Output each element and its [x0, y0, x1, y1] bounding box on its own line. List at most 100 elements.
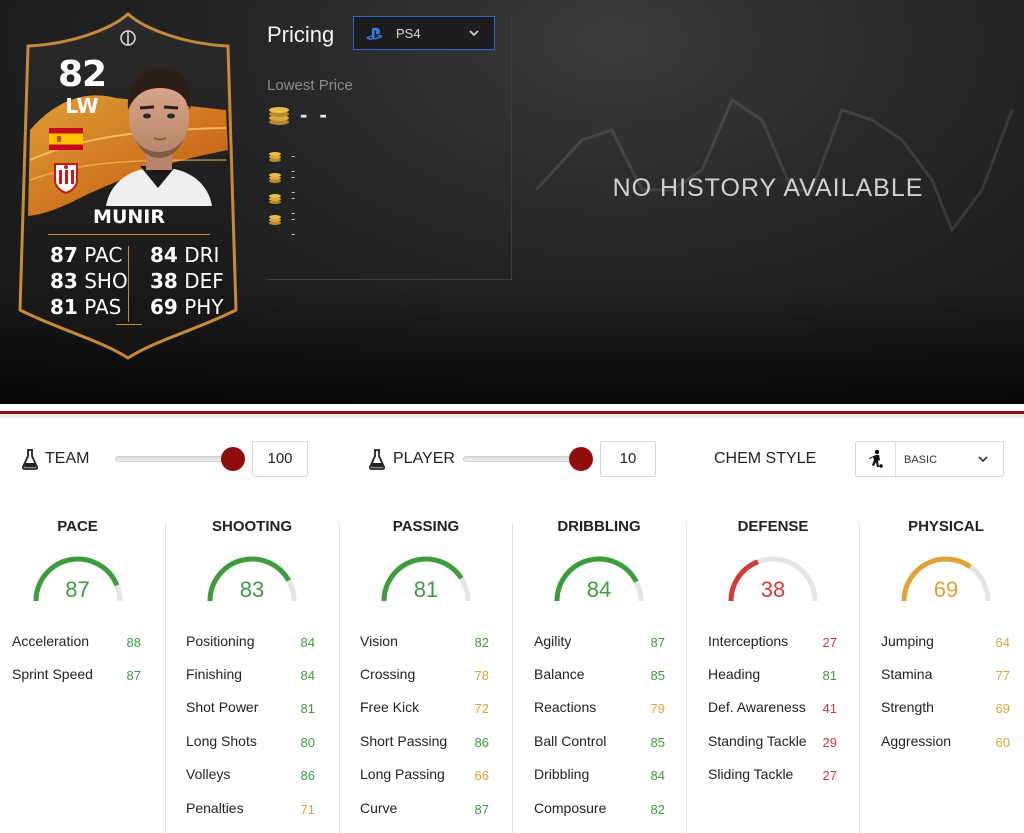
stat-column-title: DEFENSE	[737, 518, 809, 535]
attribute-row: Acceleration 88	[12, 633, 141, 651]
pricing-divider-vertical	[511, 16, 512, 280]
card-stats-left: 87 PAC 83 SHO 81 PAS	[50, 242, 128, 320]
card-stat-dri: 84 DRI	[150, 243, 220, 267]
coins-icon	[269, 194, 281, 204]
separator-white	[0, 404, 1024, 411]
attribute-row: Heading 81	[708, 666, 837, 684]
stat-gauge-value: 81	[413, 577, 439, 602]
attribute-row: Penalties 71	[186, 800, 315, 818]
coins-icon	[269, 173, 281, 183]
pricing-divider	[267, 279, 511, 280]
attribute-name: Penalties	[186, 800, 244, 816]
attribute-value: 69	[995, 701, 1010, 716]
playstation-icon	[366, 27, 383, 40]
attribute-name: Balance	[534, 666, 585, 682]
attribute-name: Stamina	[881, 666, 933, 682]
attribute-value: 66	[474, 768, 489, 783]
attribute-name: Sprint Speed	[12, 666, 93, 682]
attribute-value: 41	[822, 701, 837, 716]
attribute-row: Aggression 60	[881, 733, 1010, 751]
attribute-value: 84	[300, 668, 315, 683]
attribute-name: Acceleration	[12, 633, 90, 649]
stat-gauge-value: 87	[65, 577, 90, 602]
attribute-name: Aggression	[881, 733, 952, 749]
attribute-row: Volleys 86	[186, 766, 315, 784]
attribute-row: Finishing 84	[186, 666, 315, 684]
attribute-value: 88	[126, 635, 141, 650]
attribute-name: Composure	[534, 800, 607, 816]
attribute-value: 86	[474, 735, 489, 750]
attribute-row: Free Kick 72	[360, 699, 489, 717]
attribute-value: 87	[474, 802, 489, 817]
chevron-down-icon	[978, 456, 988, 463]
flask-icon	[22, 449, 38, 470]
chem-style-select[interactable]: BASIC	[855, 441, 1004, 477]
attribute-row: Reactions 79	[534, 699, 665, 717]
chem-style-icon-box	[856, 442, 896, 476]
attribute-value: 87	[650, 635, 665, 650]
stat-column-passing: PASSING 81 Vision 82 Crossing 78 Free Kick 72 Sh…	[339, 505, 513, 833]
attribute-name: Reactions	[534, 699, 597, 715]
attribute-value: 77	[995, 668, 1010, 683]
attribute-name: Volleys	[186, 766, 231, 782]
player-chem-input[interactable]: 10	[600, 441, 656, 477]
coins-icon	[269, 107, 289, 125]
stat-column-title: SHOOTING	[211, 518, 292, 535]
team-chem-input[interactable]: 100	[252, 441, 308, 477]
stat-column-title: PACE	[57, 518, 98, 535]
spain-flag-icon	[49, 128, 83, 150]
player-chem-slider-handle[interactable]	[569, 447, 593, 471]
attribute-value: 82	[474, 635, 489, 650]
stat-gauge-value: 84	[586, 577, 612, 602]
attribute-name: Standing Tackle	[708, 733, 807, 749]
attribute-value: 87	[126, 668, 141, 683]
team-chem-slider-handle[interactable]	[221, 447, 245, 471]
attribute-name: Finishing	[186, 666, 243, 682]
attribute-row: Balance 85	[534, 666, 665, 684]
player-portrait	[106, 68, 212, 206]
attribute-name: Ball Control	[534, 733, 607, 749]
platform-select[interactable]: PS4	[353, 16, 495, 50]
stat-column-physical: PHYSICAL 69 Jumping 64 Stamina 77 Strength 69 Ag…	[859, 505, 1024, 833]
attribute-name: Long Passing	[360, 766, 445, 782]
attribute-row: Curve 87	[360, 800, 489, 818]
player-card[interactable]: 82 LW MUNIR 87 PAC 83 SHO 81 PAS 84 DRI …	[16, 10, 240, 362]
club-crest-icon	[54, 163, 78, 194]
attribute-name: Jumping	[881, 633, 934, 649]
card-stat-def: 38 DEF	[150, 269, 224, 293]
attribute-row: Positioning 84	[186, 633, 315, 651]
attribute-value: 27	[822, 635, 837, 650]
attribute-value: 27	[822, 768, 837, 783]
price-value: - -	[291, 211, 298, 241]
stat-column-title: DRIBBLING	[557, 518, 641, 535]
attribute-name: Shot Power	[186, 699, 259, 715]
attribute-row: Def. Awareness 41	[708, 699, 837, 717]
card-stat-pas: 81 PAS	[50, 295, 122, 319]
card-divider-bottom	[116, 324, 142, 325]
stat-gauge-value: 83	[239, 577, 265, 602]
lowest-price-label: Lowest Price	[267, 77, 353, 94]
attribute-value: 84	[650, 768, 665, 783]
attribute-name: Short Passing	[360, 733, 448, 749]
attribute-row: Interceptions 27	[708, 633, 837, 651]
card-stat-sho: 83 SHO	[50, 269, 128, 293]
attribute-name: Positioning	[186, 633, 255, 649]
stat-column-dribbling: DRIBBLING 84 Agility 87 Balance 85 Reactions 79…	[512, 505, 686, 833]
attribute-name: Free Kick	[360, 699, 420, 715]
attribute-value: 60	[995, 735, 1010, 750]
attribute-name: Heading	[708, 666, 761, 682]
lowest-price-value: - -	[300, 102, 330, 127]
card-divider	[48, 234, 210, 235]
coins-icon	[269, 152, 281, 162]
stat-gauge-value: 69	[933, 577, 959, 602]
attribute-row: Long Passing 66	[360, 766, 489, 784]
attribute-value: 71	[300, 802, 315, 817]
player-chem-label: PLAYER	[393, 450, 455, 467]
coins-icon	[269, 215, 281, 225]
attribute-value: 82	[650, 802, 665, 817]
stat-column-defense: DEFENSE 38 Interceptions 27 Heading 81 Def. Aw…	[686, 505, 860, 833]
platform-select-value: PS4	[396, 26, 421, 41]
chem-style-value: BASIC	[904, 454, 938, 466]
attribute-name: Curve	[360, 800, 398, 816]
attribute-row: Dribbling 84	[534, 766, 665, 784]
